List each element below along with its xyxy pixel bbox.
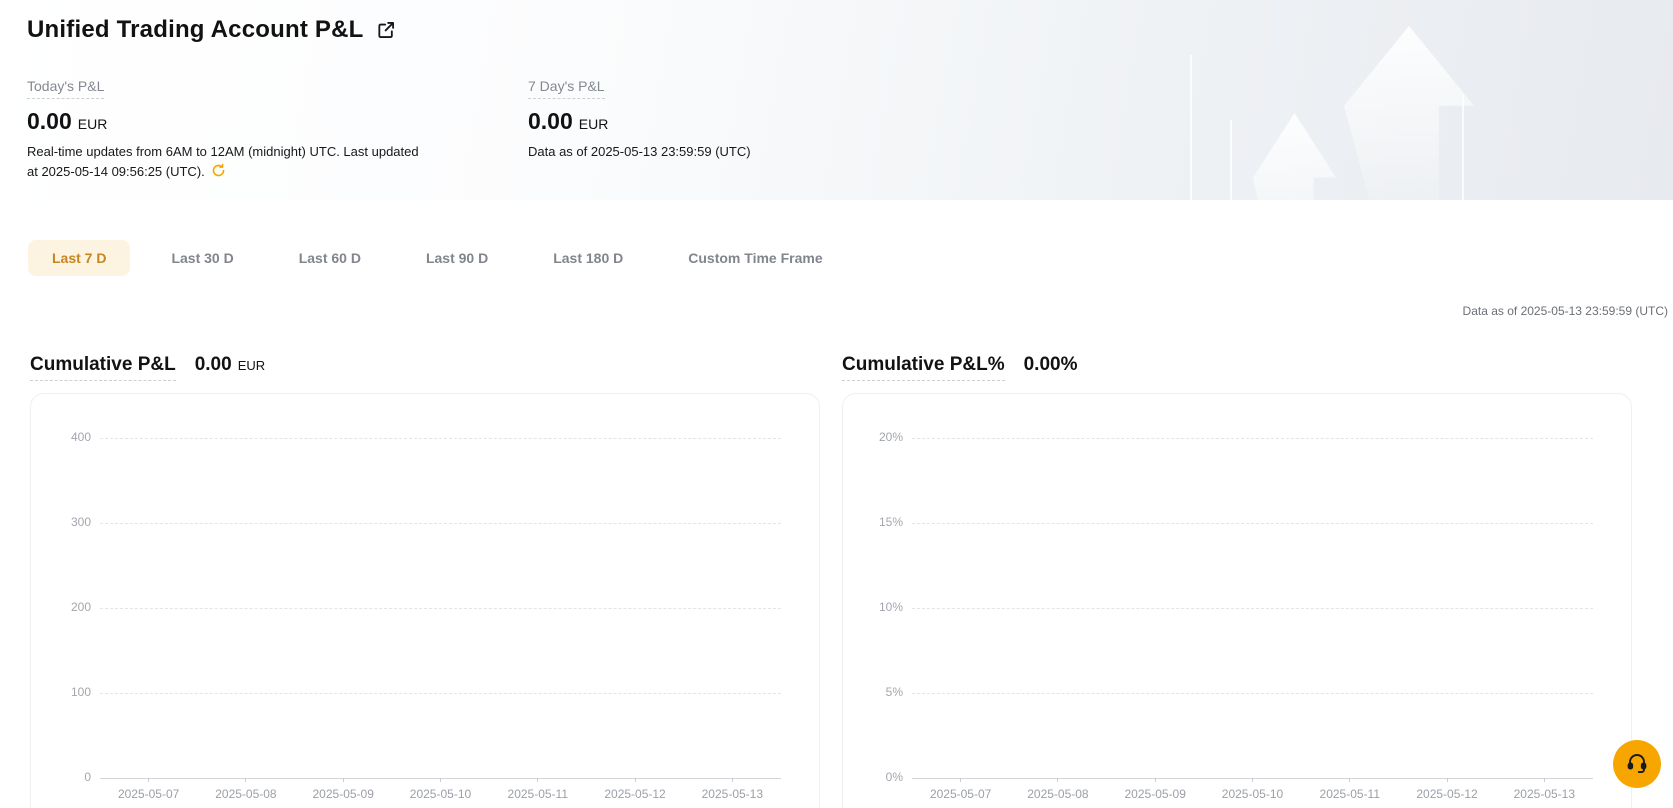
cumulative-pnl-pct-value: 0.00% <box>1024 354 1078 376</box>
x-axis-label: 2025-05-10 <box>1204 787 1301 801</box>
charts-section: Cumulative P&L 0.00 EUR 400 300 200 100 0 202… <box>30 354 1632 808</box>
todays-pnl-value: 0.00 EUR <box>27 108 431 135</box>
gridline <box>100 438 781 439</box>
cumulative-pnl-pct-header: Cumulative P&L% 0.00% <box>842 354 1632 380</box>
cumulative-pnl-title[interactable]: Cumulative P&L <box>30 354 176 381</box>
gridline <box>912 608 1593 609</box>
support-chat-button[interactable] <box>1613 740 1661 788</box>
x-axis-label: 2025-05-09 <box>295 787 392 801</box>
gridline <box>912 693 1593 694</box>
cumulative-pnl-value: 0.00 <box>195 354 232 376</box>
refresh-icon[interactable] <box>211 163 226 184</box>
x-axis-label: 2025-05-12 <box>586 787 683 801</box>
axis-tick <box>343 778 344 782</box>
axis-tick <box>960 778 961 782</box>
axis-tick <box>1252 778 1253 782</box>
cumulative-pnl-header: Cumulative P&L 0.00 EUR <box>30 354 820 380</box>
tab-last-90d[interactable]: Last 90 D <box>402 240 512 276</box>
seven-day-pnl-stat: 7 Day's P&L 0.00 EUR Data as of 2025-05-1… <box>528 78 751 162</box>
y-axis-label: 300 <box>47 515 91 529</box>
cumulative-pnl-pct-chart: 20%15%10%5%0%2025-05-072025-05-082025-05… <box>842 393 1632 808</box>
up-arrow-graphic-large <box>1344 26 1474 200</box>
cumulative-pnl-pct-chart-column: Cumulative P&L% 0.00% 20% 15% 10% 5% 0% 2025-… <box>842 354 1632 808</box>
axis-tick <box>1057 778 1058 782</box>
gridline <box>100 693 781 694</box>
seven-day-pnl-currency: EUR <box>579 116 609 132</box>
time-range-tabs: Last 7 D Last 30 D Last 60 D Last 90 D Last … <box>28 240 847 276</box>
y-axis-label: 10% <box>859 600 903 614</box>
banner-wick-line <box>1230 120 1232 200</box>
axis-tick <box>245 778 246 782</box>
x-axis-label: 2025-05-10 <box>392 787 489 801</box>
x-axis-label: 2025-05-13 <box>1496 787 1593 801</box>
seven-day-pnl-amount: 0.00 <box>528 108 573 134</box>
axis-tick <box>1155 778 1156 782</box>
tab-last-60d[interactable]: Last 60 D <box>275 240 385 276</box>
cumulative-pnl-chart: 40030020010002025-05-072025-05-082025-05… <box>30 393 820 808</box>
y-axis-label: 100 <box>47 685 91 699</box>
tab-custom-time-frame[interactable]: Custom Time Frame <box>664 240 846 276</box>
external-link-icon[interactable] <box>376 20 396 40</box>
headset-icon <box>1625 751 1649 778</box>
x-axis-ticks <box>100 778 781 782</box>
x-axis-label: 2025-05-07 <box>912 787 1009 801</box>
x-axis-label: 2025-05-12 <box>1398 787 1495 801</box>
up-arrow-graphic-small <box>1253 113 1336 200</box>
y-axis-label: 200 <box>47 600 91 614</box>
data-as-of-status: Data as of 2025-05-13 23:59:59 (UTC) <box>1463 304 1668 318</box>
todays-pnl-stat: Today's P&L 0.00 EUR Real-time updates fr… <box>27 78 431 184</box>
gridline <box>912 523 1593 524</box>
tab-last-30d[interactable]: Last 30 D <box>147 240 257 276</box>
gridline <box>912 438 1593 439</box>
todays-pnl-currency: EUR <box>78 116 108 132</box>
unified-trading-pnl-page: Unified Trading Account P&L Today's P&L … <box>0 0 1673 808</box>
x-axis-labels: 2025-05-072025-05-082025-05-092025-05-10… <box>100 787 781 801</box>
axis-tick <box>537 778 538 782</box>
x-axis-label: 2025-05-09 <box>1107 787 1204 801</box>
y-axis-label: 15% <box>859 515 903 529</box>
x-axis-labels: 2025-05-072025-05-082025-05-092025-05-10… <box>912 787 1593 801</box>
todays-pnl-amount: 0.00 <box>27 108 72 134</box>
axis-tick <box>1447 778 1448 782</box>
gridline <box>100 608 781 609</box>
banner-wick-line <box>1190 55 1192 200</box>
page-title: Unified Trading Account P&L <box>27 16 396 44</box>
todays-pnl-label[interactable]: Today's P&L <box>27 78 104 99</box>
y-axis-label: 0% <box>859 770 903 784</box>
axis-tick <box>635 778 636 782</box>
x-axis-label: 2025-05-08 <box>1009 787 1106 801</box>
cumulative-pnl-chart-column: Cumulative P&L 0.00 EUR 400 300 200 100 0 202… <box>30 354 820 808</box>
x-axis-ticks <box>912 778 1593 782</box>
x-axis-label: 2025-05-11 <box>489 787 586 801</box>
axis-tick <box>732 778 733 782</box>
axis-tick <box>1349 778 1350 782</box>
y-axis-label: 20% <box>859 430 903 444</box>
x-axis-label: 2025-05-08 <box>197 787 294 801</box>
seven-day-pnl-value: 0.00 EUR <box>528 108 751 135</box>
cumulative-pnl-pct-title[interactable]: Cumulative P&L% <box>842 354 1005 381</box>
x-axis-label: 2025-05-11 <box>1301 787 1398 801</box>
y-axis-label: 5% <box>859 685 903 699</box>
x-axis-label: 2025-05-07 <box>100 787 197 801</box>
cumulative-pnl-unit: EUR <box>238 358 265 373</box>
y-axis-label: 400 <box>47 430 91 444</box>
y-axis-label: 0 <box>47 770 91 784</box>
tab-last-7d[interactable]: Last 7 D <box>28 240 130 276</box>
axis-tick <box>1544 778 1545 782</box>
page-title-text: Unified Trading Account P&L <box>27 16 364 44</box>
todays-pnl-note: Real-time updates from 6AM to 12AM (midn… <box>27 142 431 184</box>
axis-tick <box>440 778 441 782</box>
x-axis-label: 2025-05-13 <box>684 787 781 801</box>
banner-wick-line <box>1462 95 1464 200</box>
seven-day-pnl-label[interactable]: 7 Day's P&L <box>528 78 605 99</box>
axis-tick <box>148 778 149 782</box>
gridline <box>100 523 781 524</box>
seven-day-pnl-note: Data as of 2025-05-13 23:59:59 (UTC) <box>528 142 751 162</box>
tab-last-180d[interactable]: Last 180 D <box>529 240 647 276</box>
